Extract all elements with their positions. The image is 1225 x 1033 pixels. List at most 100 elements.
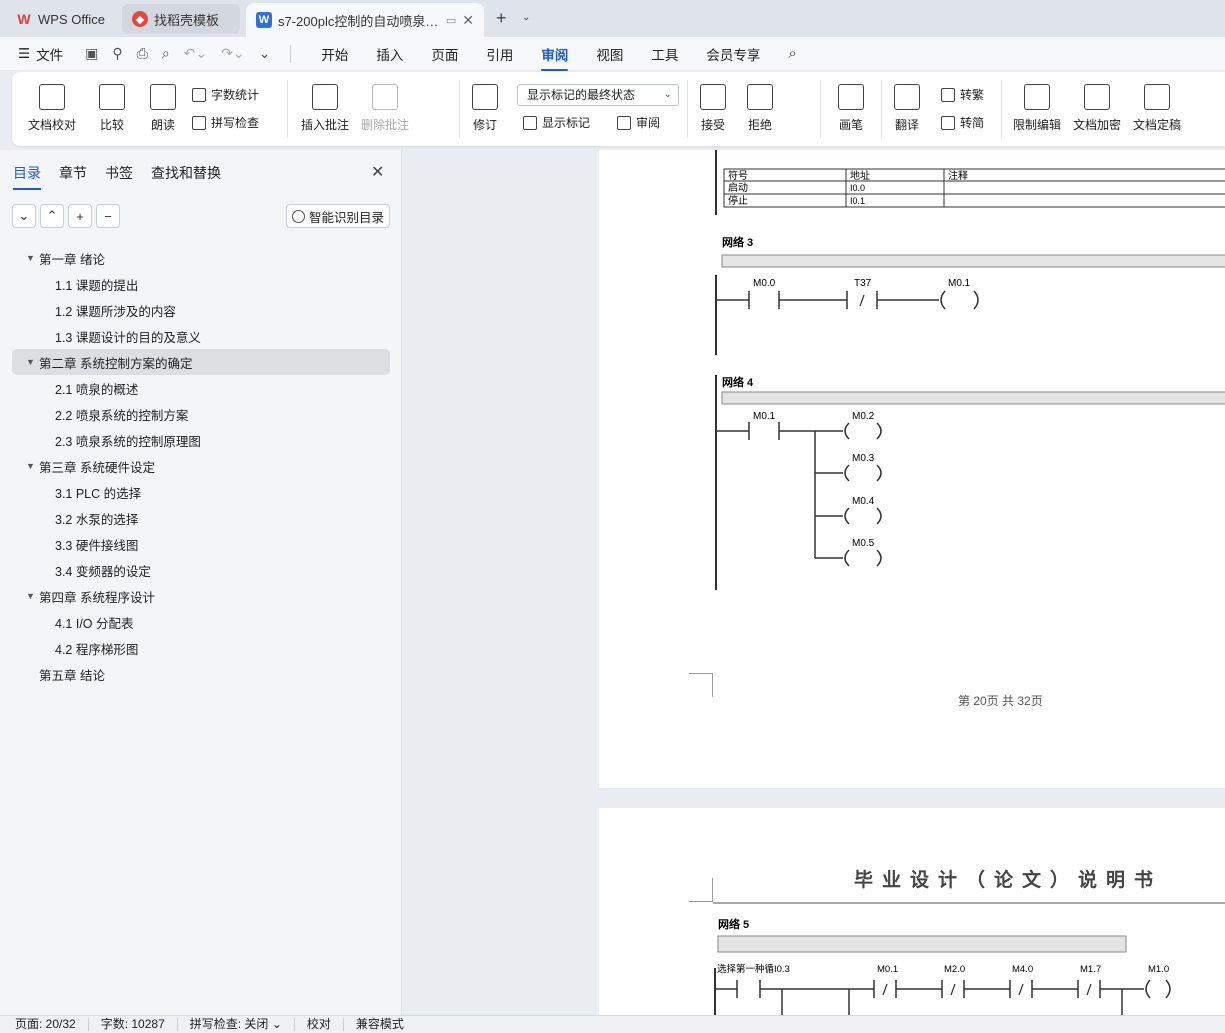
proofread-status[interactable]: 校对 [295,1018,344,1031]
document-page: 符号 地址 注释 启动 I0.0 停止 I0.1 网络 3 M0.0 T37 M… [599,150,1225,788]
toc-section-item[interactable]: 2.3 喷泉系统的控制原理图 [12,427,390,453]
toc-section-item[interactable]: 3.3 硬件接线图 [12,531,390,557]
collapse-up-button[interactable]: ⌃ [40,204,64,228]
table-cell: 停止 [728,194,748,207]
add-heading-button[interactable]: + [68,204,92,228]
toc-section-item[interactable]: 4.1 I/O 分配表 [12,609,390,635]
toc-section-item[interactable]: 3.1 PLC 的选择 [12,479,390,505]
spell-check-status[interactable]: 拼写检查: 关闭 ⌄ [178,1018,295,1031]
coil [876,422,882,440]
toc-section-item[interactable]: 3.4 变频器的设定 [12,557,390,583]
remove-heading-button[interactable]: − [96,204,120,228]
close-icon[interactable]: ✕ [371,162,384,182]
expand-triangle-icon[interactable]: ▼ [26,357,39,367]
toc-section-item[interactable]: 3.2 水泵的选择 [12,505,390,531]
document-page: 毕业设计（论文）说明书 网络 5 选择第一种循I0.3 M0.1 M2.0 M4… [599,808,1225,1015]
menu-tools[interactable]: 工具 [651,44,678,64]
show-markup-icon [523,115,537,130]
file-menu[interactable]: ☰ 文件 [18,44,63,64]
coil [876,507,882,525]
toc-chapter-item[interactable]: ▼ 第一章 绪论 [12,245,390,271]
coil [876,549,882,567]
menu-bar: ☰ 文件 ▣ ⚲ ⎙ ⌕ ↶⌄ ↷⌄ ⌄ 开始 插入 页面 引用 审阅 视图 工… [0,37,1225,71]
toc-section-item[interactable]: 2.1 喷泉的概述 [12,375,390,401]
word-count-button[interactable]: 字数统计 [192,86,259,103]
page-indicator[interactable]: 页面: 20/32 [0,1018,89,1031]
toc-section-item[interactable]: 4.2 程序梯形图 [12,635,390,661]
tab-wps-office[interactable]: W WPS Office [6,4,116,34]
pen-button[interactable]: 画笔 [838,84,864,133]
show-markup-button[interactable]: 显示标记 [523,114,590,131]
toc-chapter-item[interactable]: ▼ 第三章 系统硬件设定 [12,453,390,479]
to-traditional-button[interactable]: 转繁 [941,86,984,103]
tab-sections[interactable]: 章节 [59,163,87,183]
menu-member[interactable]: 会员专享 [706,44,760,64]
to-simplified-button[interactable]: 转简 [941,114,984,131]
toc-item-label: 4.1 I/O 分配表 [55,616,134,631]
menu-insert[interactable]: 插入 [376,44,403,64]
proofread-button[interactable]: 文档校对 [28,84,76,133]
tab-bookmarks[interactable]: 书签 [105,163,133,183]
revise-button[interactable]: 修订 [472,84,498,133]
monitor-icon[interactable]: ▭ [446,14,456,27]
compare-button[interactable]: 比较 [99,84,125,133]
divider [687,80,688,138]
expand-triangle-icon[interactable]: ▼ [26,253,39,263]
toc-chapter-item[interactable]: ▼ 第四章 系统程序设计 [12,583,390,609]
translate-button[interactable]: 翻译 [894,84,920,133]
menu-review[interactable]: 审阅 [541,44,569,71]
expand-triangle-icon[interactable]: ▼ [26,591,39,601]
spell-check-status-text: 拼写检查: 关闭 [189,1017,269,1031]
encrypt-button[interactable]: 文档加密 [1073,84,1121,133]
check-doc-icon [1144,84,1170,110]
word-count-indicator[interactable]: 字数: 10287 [89,1018,178,1031]
print-preview-icon[interactable]: ⌕ [162,45,170,62]
search-icon[interactable]: ⌕ [788,45,796,62]
restrict-edit-button[interactable]: 限制编辑 [1013,84,1061,133]
expand-triangle-icon[interactable]: ▼ [26,461,39,471]
document-canvas[interactable]: 符号 地址 注释 启动 I0.0 停止 I0.1 网络 3 M0.0 T37 M… [403,150,1225,1015]
markup-mode-dropdown[interactable]: 显示标记的最终状态 ⌄ [517,84,679,106]
insert-comment-button[interactable]: 插入批注 [301,84,349,133]
tab-current-document[interactable]: W s7-200plc控制的自动喷泉系统 ▭ ✕ [246,3,484,37]
read-aloud-button[interactable]: 朗读 [150,84,176,133]
pen-icon [838,84,864,110]
chevron-down-icon[interactable]: ⌄ [522,12,530,23]
save-icon[interactable]: ▣ [85,45,98,62]
toc-chapter-item[interactable]: ▼ 第二章 系统控制方案的确定 [12,349,390,375]
toc-section-item[interactable]: 1.3 课题设计的目的及意义 [12,323,390,349]
proofread-icon [39,84,65,110]
network-title: 网络 5 [718,917,749,931]
redo-icon[interactable]: ↷⌄ [221,45,244,62]
delete-comment-button[interactable]: 删除批注 [361,84,409,133]
smart-toc-button[interactable]: 智能识别目录 [286,204,390,228]
toc-section-item[interactable]: 1.2 课题所涉及的内容 [12,297,390,323]
nav-tabs: 目录 章节 书签 查找和替换 [13,163,221,190]
share-icon[interactable]: ⚲ [112,45,122,62]
reject-button[interactable]: 拒绝 [747,84,773,133]
menu-start[interactable]: 开始 [321,44,348,64]
toc-item-label: 第四章 系统程序设计 [39,590,155,605]
menu-view[interactable]: 视图 [596,44,623,64]
menu-page[interactable]: 页面 [431,44,458,64]
toc-section-item[interactable]: 1.1 课题的提出 [12,271,390,297]
tab-find-replace[interactable]: 查找和替换 [151,163,221,183]
finalize-button[interactable]: 文档定稿 [1133,84,1181,133]
coil [1165,979,1171,999]
contact-label: M0.0 [753,278,776,289]
tab-toc[interactable]: 目录 [13,163,41,190]
review-pane-button[interactable]: 审阅 [617,114,660,131]
close-tab-icon[interactable]: ✕ [462,12,474,29]
spell-check-label: 拼写检查 [211,116,260,130]
menu-references[interactable]: 引用 [486,44,513,64]
new-tab-plus-icon[interactable]: + [496,8,507,29]
toc-section-item[interactable]: 2.2 喷泉系统的控制方案 [12,401,390,427]
spell-check-button[interactable]: 拼写检查 [192,114,259,131]
expand-down-button[interactable]: ⌄ [12,204,36,228]
undo-icon[interactable]: ↶⌄ [184,45,207,62]
tab-docer-templates[interactable]: ◆ 找稻壳模板 [122,4,240,34]
print-icon[interactable]: ⎙ [137,45,148,62]
more-chevron-icon[interactable]: ⌄ [259,45,271,62]
accept-button[interactable]: 接受 [700,84,726,133]
toc-chapter-item[interactable]: 第五章 结论 [12,661,390,687]
